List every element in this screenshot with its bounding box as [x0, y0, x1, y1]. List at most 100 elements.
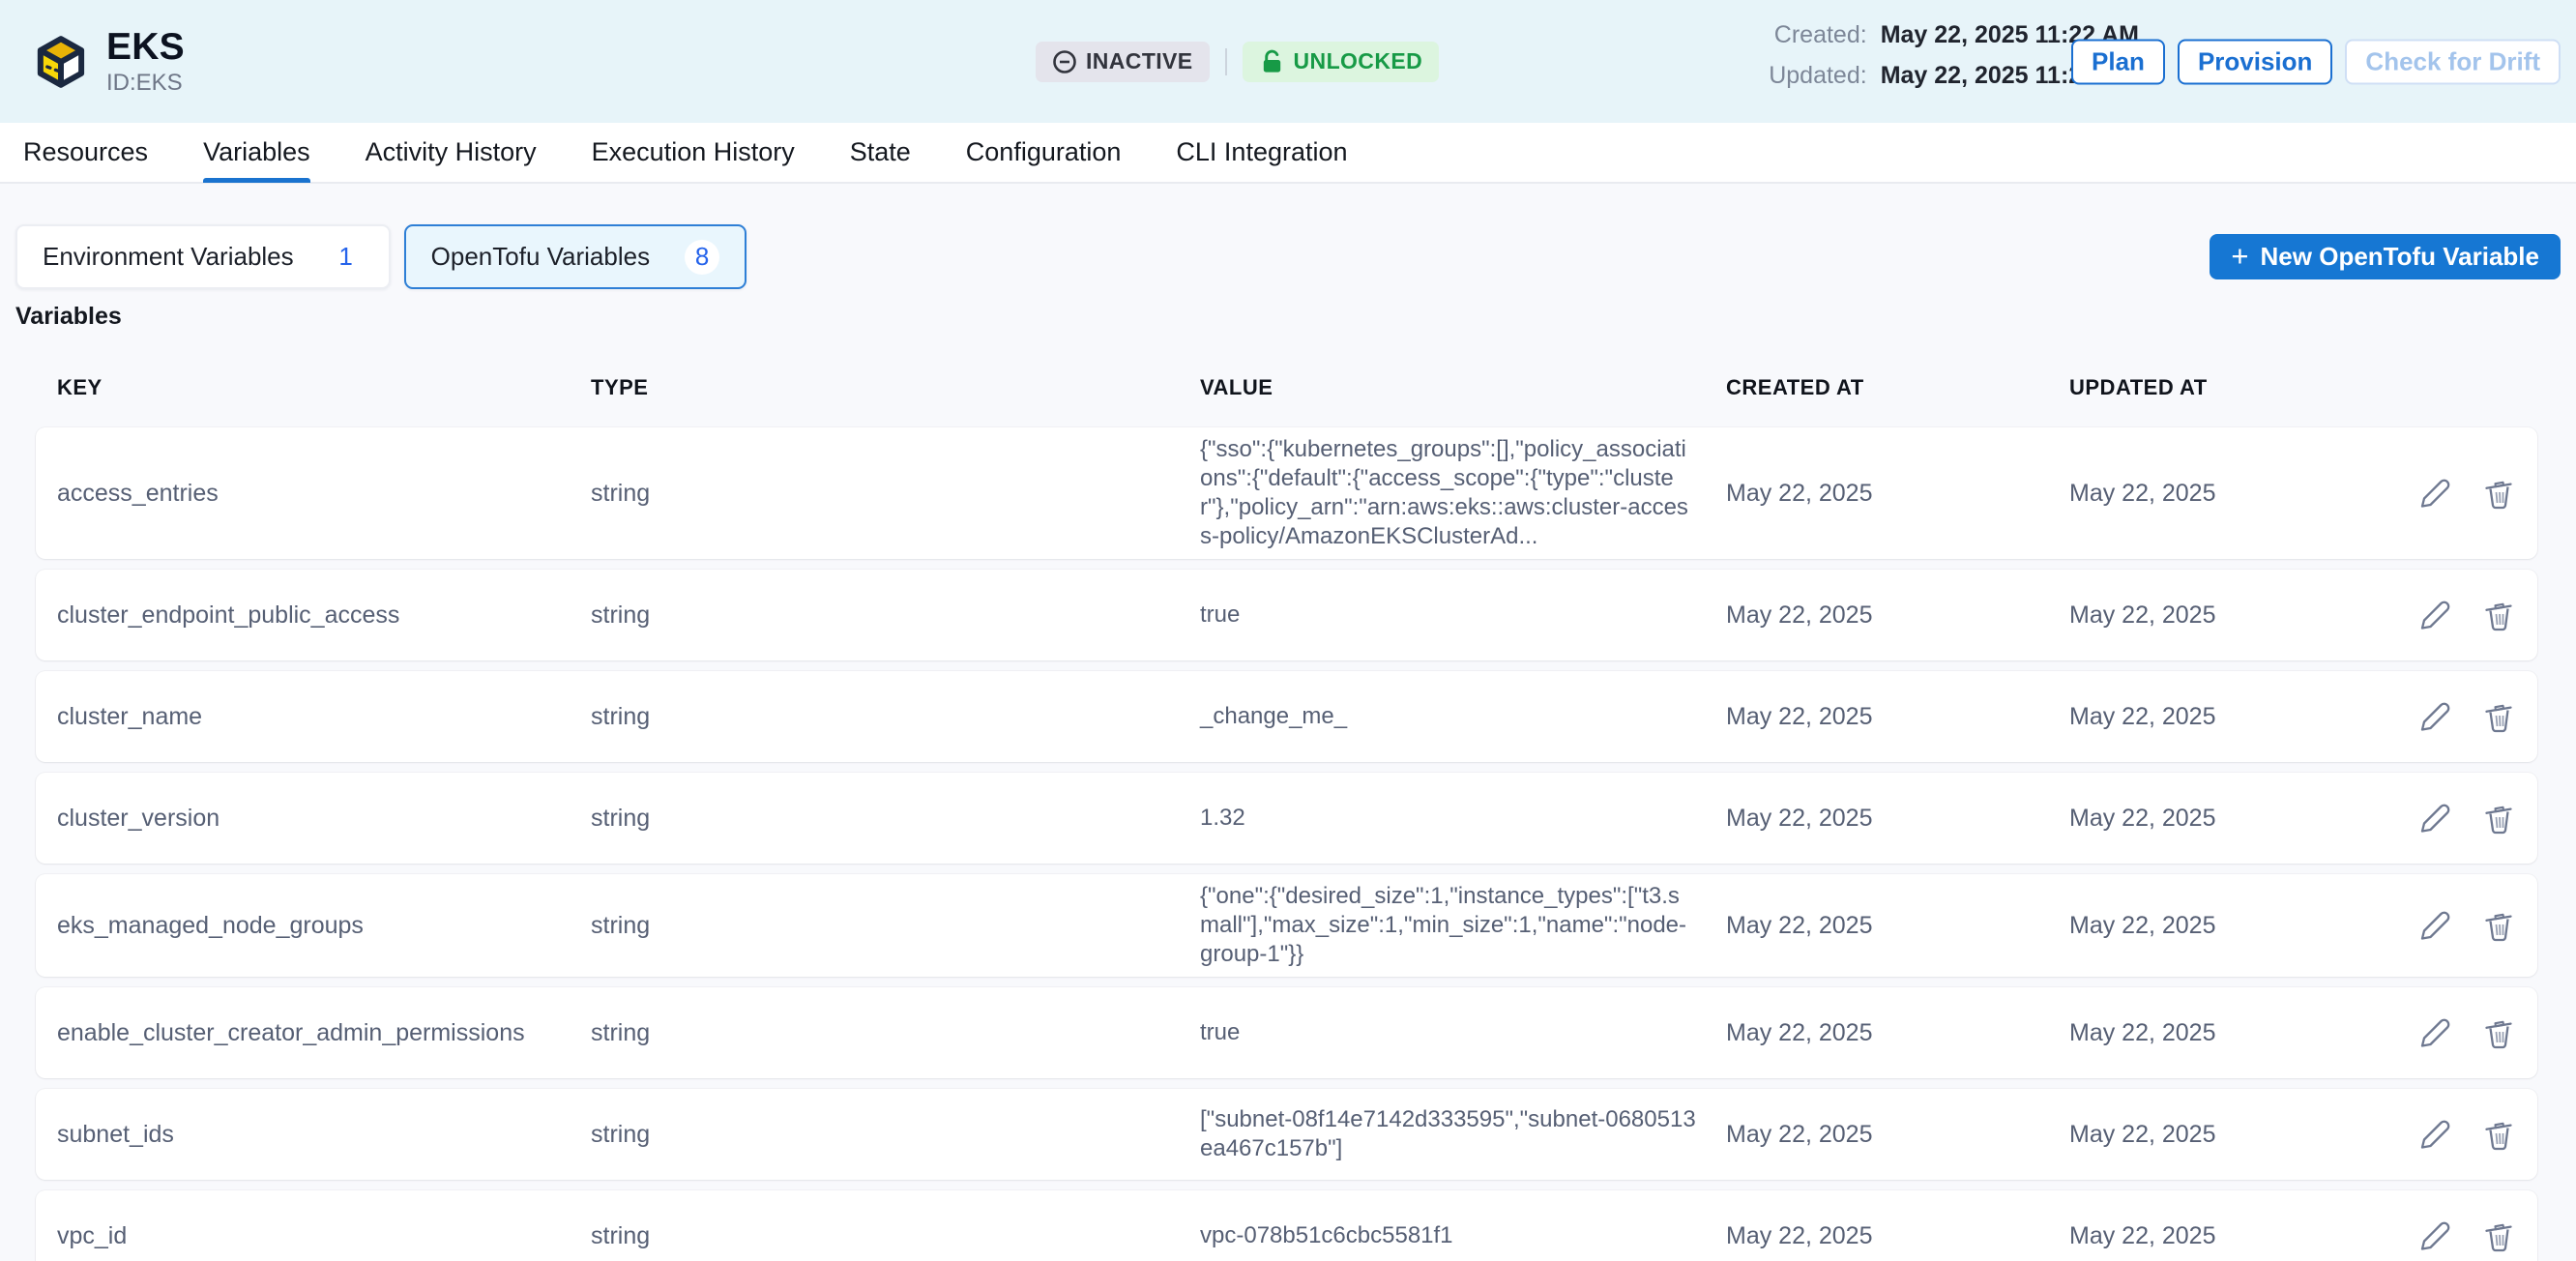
tab-variables[interactable]: Variables — [203, 123, 310, 182]
edit-variable-button[interactable] — [2415, 1115, 2453, 1154]
main-content: Environment Variables 1 OpenTofu Variabl… — [0, 184, 2576, 1261]
variable-type: string — [591, 601, 1200, 630]
variable-type: string — [591, 1222, 1200, 1250]
column-header-type: TYPE — [591, 375, 1200, 400]
row-actions — [2398, 474, 2518, 513]
table-row: vpc_id string vpc-078b51c6cbc5581f1 May … — [36, 1190, 2537, 1261]
variable-type: string — [591, 1121, 1200, 1149]
delete-variable-button[interactable] — [2479, 596, 2518, 634]
edit-variable-button[interactable] — [2415, 1013, 2453, 1052]
row-actions — [2398, 906, 2518, 945]
edit-variable-button[interactable] — [2415, 697, 2453, 736]
variable-updated-at: May 22, 2025 — [2069, 1121, 2398, 1149]
updated-label: Updated: — [1769, 62, 1866, 90]
trash-icon — [2479, 906, 2518, 945]
trash-icon — [2479, 1115, 2518, 1154]
resource-id: ID:EKS — [106, 69, 185, 98]
delete-variable-button[interactable] — [2479, 697, 2518, 736]
column-header-created-at: CREATED AT — [1726, 375, 2069, 400]
plan-button[interactable]: Plan — [2071, 39, 2165, 84]
edit-variable-button[interactable] — [2415, 1217, 2453, 1255]
pencil-icon — [2415, 1115, 2453, 1154]
delete-variable-button[interactable] — [2479, 1013, 2518, 1052]
variable-type: string — [591, 805, 1200, 833]
variable-type: string — [591, 703, 1200, 731]
variable-key: eks_managed_node_groups — [57, 912, 591, 940]
variable-updated-at: May 22, 2025 — [2069, 480, 2398, 508]
pencil-icon — [2415, 799, 2453, 837]
created-label: Created: — [1769, 21, 1866, 49]
delete-variable-button[interactable] — [2479, 799, 2518, 837]
new-opentofu-variable-button[interactable]: + New OpenTofu Variable — [2210, 234, 2561, 279]
delete-variable-button[interactable] — [2479, 1115, 2518, 1154]
row-actions — [2398, 1013, 2518, 1052]
row-actions — [2398, 1217, 2518, 1255]
variable-created-at: May 22, 2025 — [1726, 1222, 2069, 1250]
variable-updated-at: May 22, 2025 — [2069, 703, 2398, 731]
trash-icon — [2479, 474, 2518, 513]
variable-tab-label: Environment Variables — [43, 242, 294, 272]
edit-variable-button[interactable] — [2415, 474, 2453, 513]
variable-created-at: May 22, 2025 — [1726, 912, 2069, 940]
variable-created-at: May 22, 2025 — [1726, 805, 2069, 833]
edit-variable-button[interactable] — [2415, 799, 2453, 837]
check-for-drift-button[interactable]: Check for Drift — [2345, 39, 2561, 84]
variable-key: cluster_version — [57, 805, 591, 833]
tab-state[interactable]: State — [850, 123, 911, 182]
variable-value: true — [1200, 601, 1726, 630]
variable-tab-opentofu-variables[interactable]: OpenTofu Variables 8 — [404, 224, 746, 289]
edit-variable-button[interactable] — [2415, 906, 2453, 945]
trash-icon — [2479, 596, 2518, 634]
variable-value: _change_me_ — [1200, 702, 1726, 731]
edit-variable-button[interactable] — [2415, 596, 2453, 634]
delete-variable-button[interactable] — [2479, 1217, 2518, 1255]
trash-icon — [2479, 1013, 2518, 1052]
tab-activity-history[interactable]: Activity History — [366, 123, 537, 182]
status-badge-unlocked: UNLOCKED — [1243, 42, 1440, 82]
variable-type-tabs: Environment Variables 1 OpenTofu Variabl… — [15, 224, 2561, 289]
variable-tab-environment-variables[interactable]: Environment Variables 1 — [15, 224, 391, 289]
pencil-icon — [2415, 697, 2453, 736]
variable-updated-at: May 22, 2025 — [2069, 1019, 2398, 1047]
variable-tab-count: 8 — [685, 240, 719, 275]
variable-value: ["subnet-08f14e7142d333595","subnet-0680… — [1200, 1105, 1726, 1163]
variable-created-at: May 22, 2025 — [1726, 480, 2069, 508]
provision-button[interactable]: Provision — [2178, 39, 2332, 84]
tab-configuration[interactable]: Configuration — [966, 123, 1122, 182]
tab-execution-history[interactable]: Execution History — [592, 123, 795, 182]
app-header: EKS ID:EKS INACTIVE UNLOCKED Created: Ma… — [0, 0, 2576, 123]
trash-icon — [2479, 1217, 2518, 1255]
plus-icon: + — [2231, 241, 2248, 271]
tab-resources[interactable]: Resources — [23, 123, 148, 182]
column-header-updated-at: UPDATED AT — [2069, 375, 2398, 400]
variable-updated-at: May 22, 2025 — [2069, 805, 2398, 833]
status-badge-label: UNLOCKED — [1294, 48, 1423, 74]
variable-created-at: May 22, 2025 — [1726, 703, 2069, 731]
tab-bar: Resources Variables Activity History Execut… — [0, 123, 2576, 184]
tab-cli-integration[interactable]: CLI Integration — [1176, 123, 1347, 182]
title-block: EKS ID:EKS — [106, 26, 185, 98]
divider — [1225, 48, 1227, 75]
variable-created-at: May 22, 2025 — [1726, 1019, 2069, 1047]
status-badge-inactive: INACTIVE — [1036, 42, 1210, 82]
delete-variable-button[interactable] — [2479, 906, 2518, 945]
page-title: EKS — [106, 26, 185, 69]
variable-updated-at: May 22, 2025 — [2069, 912, 2398, 940]
variable-key: cluster_name — [57, 703, 591, 731]
table-row: enable_cluster_creator_admin_permissions… — [36, 987, 2537, 1078]
section-title: Variables — [15, 303, 2561, 331]
pencil-icon — [2415, 1013, 2453, 1052]
variables-table-body: access_entries string {"sso":{"kubernete… — [36, 427, 2537, 1261]
pencil-icon — [2415, 1217, 2453, 1255]
status-group: INACTIVE UNLOCKED — [1036, 42, 1439, 82]
opentofu-cube-logo — [29, 28, 93, 96]
variable-key: vpc_id — [57, 1222, 591, 1250]
variable-tab-count: 1 — [329, 240, 364, 275]
circle-minus-icon — [1052, 49, 1077, 74]
table-row: eks_managed_node_groups string {"one":{"… — [36, 874, 2537, 977]
variable-updated-at: May 22, 2025 — [2069, 1222, 2398, 1250]
tab-label: Activity History — [366, 137, 537, 167]
row-actions — [2398, 596, 2518, 634]
variable-created-at: May 22, 2025 — [1726, 1121, 2069, 1149]
delete-variable-button[interactable] — [2479, 474, 2518, 513]
